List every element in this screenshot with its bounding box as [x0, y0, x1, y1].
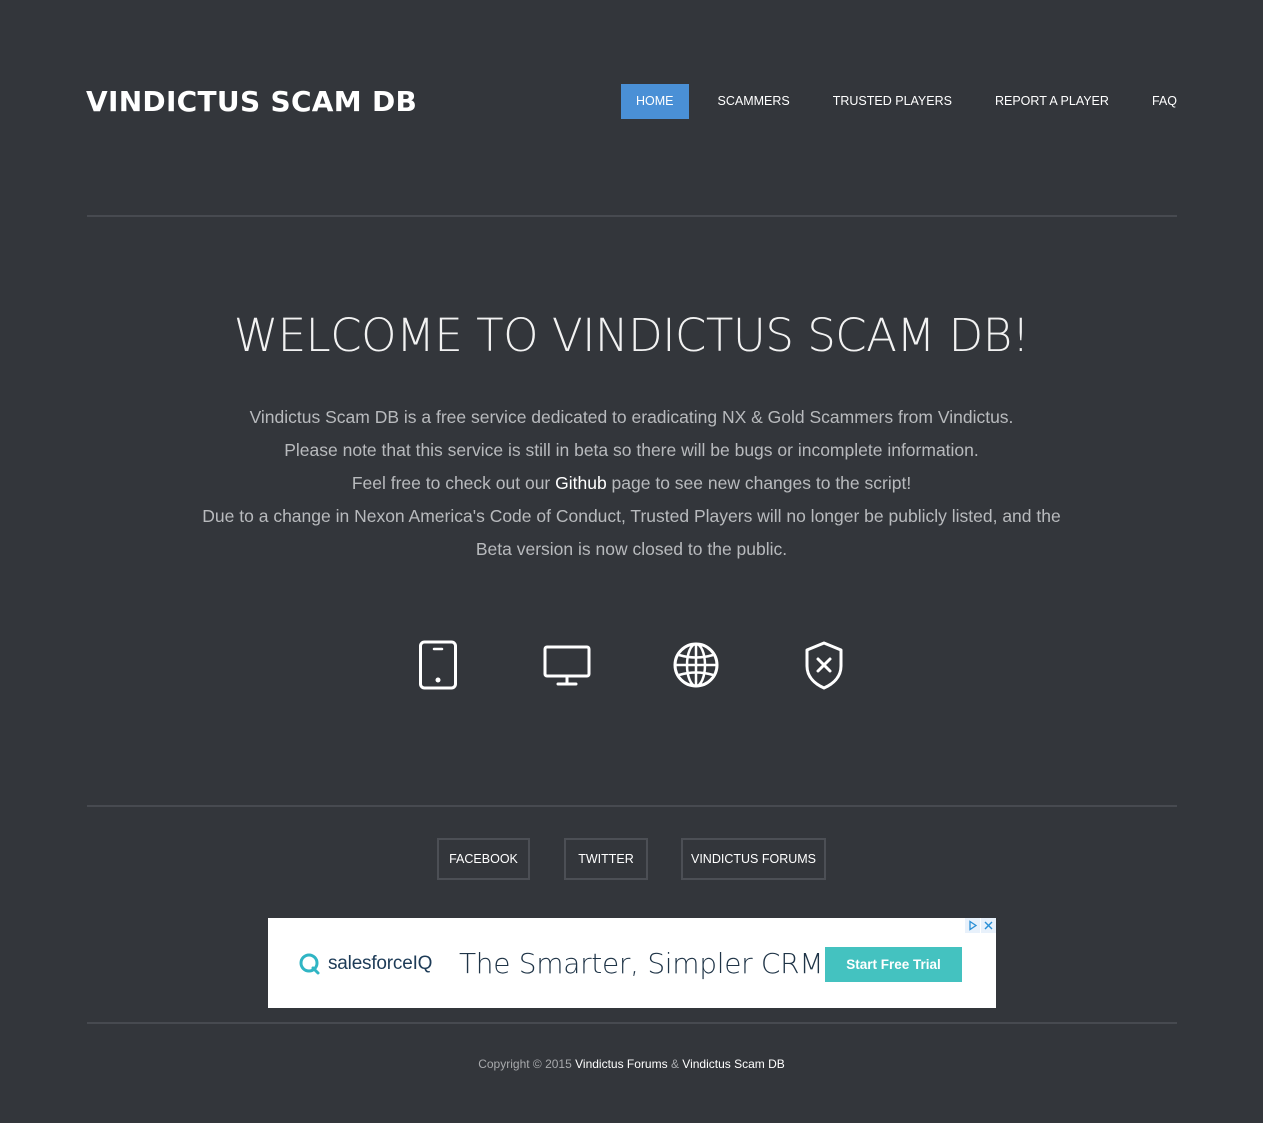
- desktop-icon: [543, 645, 591, 686]
- ad-choices[interactable]: [964, 918, 996, 933]
- welcome-heading: WELCOME TO VINDICTUS SCAM DB!: [233, 309, 1030, 362]
- footer-link-vindictus-scam-db[interactable]: Vindictus Scam DB: [682, 1057, 785, 1071]
- content-divider: [87, 805, 1177, 807]
- copyright-text: Copyright © 2015: [478, 1057, 576, 1071]
- salesforceiq-logo[interactable]: salesforceIQ: [298, 952, 432, 976]
- intro-line-4: Due to a change in Nexon America's Code …: [202, 506, 1061, 559]
- facebook-button[interactable]: FACEBOOK: [437, 838, 530, 880]
- adchoices-icon[interactable]: [965, 918, 980, 933]
- nav-item-report-a-player[interactable]: REPORT A PLAYER: [981, 84, 1123, 119]
- footer-separator: &: [667, 1057, 683, 1071]
- intro-line-3-before: Feel free to check out our: [351, 473, 556, 493]
- vindictus-forums-button[interactable]: VINDICTUS FORUMS: [681, 838, 826, 880]
- intro-line-3-after: page to see new changes to the script!: [606, 473, 912, 493]
- nav-item-trusted-players[interactable]: TRUSTED PLAYERS: [819, 84, 966, 119]
- shield-x-icon: [805, 641, 843, 690]
- close-icon: [984, 921, 993, 930]
- main-nav: HOME SCAMMERS TRUSTED PLAYERS REPORT A P…: [621, 84, 1191, 119]
- site-title[interactable]: VINDICTUS SCAM DB: [86, 84, 417, 120]
- nav-item-home[interactable]: HOME: [621, 84, 689, 119]
- intro-text: Vindictus Scam DB is a free service dedi…: [190, 401, 1073, 566]
- ad-headline[interactable]: The Smarter, Simpler CRM: [459, 946, 824, 982]
- start-free-trial-button[interactable]: Start Free Trial: [825, 947, 962, 982]
- header-divider: [87, 215, 1177, 217]
- intro-line-1: Vindictus Scam DB is a free service dedi…: [249, 407, 1014, 427]
- intro-line-3: Feel free to check out our Github page t…: [190, 467, 1073, 500]
- nav-item-faq[interactable]: FAQ: [1138, 84, 1191, 119]
- page: VINDICTUS SCAM DB HOME SCAMMERS TRUSTED …: [0, 0, 1263, 1123]
- github-link[interactable]: Github: [555, 473, 607, 493]
- nav-item-scammers[interactable]: SCAMMERS: [704, 84, 804, 119]
- footer-link-vindictus-forums[interactable]: Vindictus Forums: [575, 1057, 667, 1071]
- play-triangle-icon: [969, 920, 978, 931]
- globe-icon: [673, 642, 719, 688]
- ad-banner[interactable]: salesforceIQ The Smarter, Simpler CRM St…: [268, 918, 996, 1008]
- ad-close-icon[interactable]: [981, 918, 996, 933]
- salesforceiq-logo-icon: [299, 953, 320, 975]
- intro-line-2: Please note that this service is still i…: [284, 440, 979, 460]
- tablet-icon: [419, 640, 457, 690]
- twitter-button[interactable]: TWITTER: [564, 838, 648, 880]
- footer-copyright: Copyright © 2015 Vindictus Forums & Vind…: [0, 1055, 1263, 1073]
- social-links: FACEBOOK TWITTER VINDICTUS FORUMS: [0, 838, 1263, 880]
- feature-icons: [0, 638, 1263, 692]
- footer-divider: [87, 1022, 1177, 1024]
- ad-brand-name: salesforceIQ: [328, 953, 433, 974]
